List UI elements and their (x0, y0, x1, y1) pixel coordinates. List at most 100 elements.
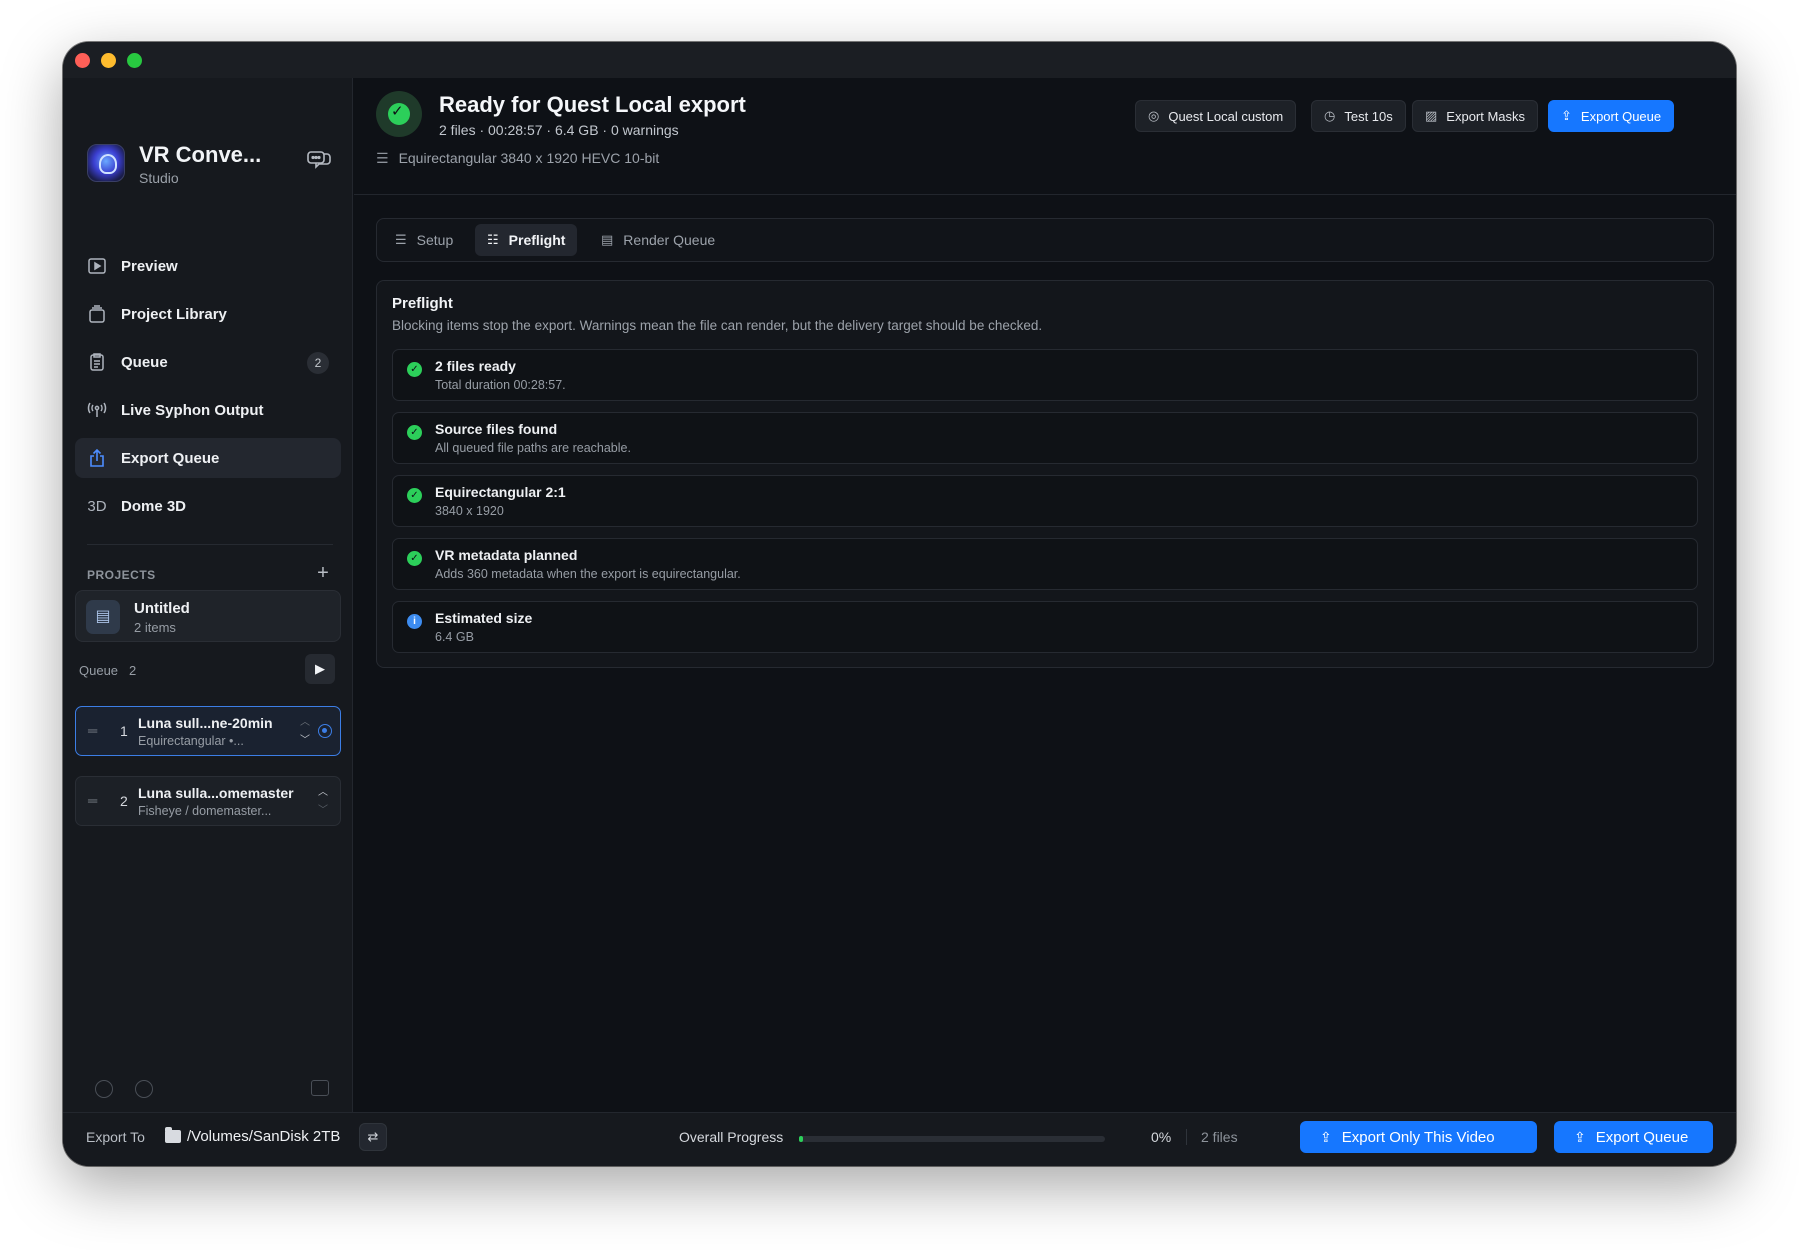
play-queue-button[interactable]: ▶ (305, 654, 335, 684)
tab-preflight[interactable]: ☷ Preflight (475, 224, 578, 256)
close-window-button[interactable] (75, 53, 90, 68)
project-folder-icon: ▤ (86, 600, 120, 634)
ready-check-icon: ✓ (376, 91, 422, 137)
add-project-button[interactable]: + (313, 562, 333, 585)
sidebar-footer (83, 1078, 333, 1102)
tab-label: Preflight (508, 232, 566, 248)
folder-icon (165, 1127, 181, 1143)
library-icon (87, 304, 107, 324)
app-logo (87, 144, 125, 182)
project-item-untitled[interactable]: ▤ Untitled 2 items (75, 590, 341, 642)
sidebar-item-label: Export Queue (121, 449, 220, 467)
check-title: Source files found (435, 421, 558, 437)
export-masks-label: Export Masks (1446, 108, 1526, 124)
check-title: Estimated size (435, 610, 533, 626)
clipboard-icon (87, 352, 107, 372)
sidebar-item-label: Live Syphon Output (121, 401, 264, 419)
queue-item[interactable]: ═ 2 Luna sulla...omemaster Fisheye / dom… (75, 776, 341, 826)
export-queue-button[interactable]: ⇪ Export Queue (1554, 1121, 1713, 1153)
export-masks-button[interactable]: ▨ Export Masks (1412, 100, 1539, 132)
project-item-count: 2 items (134, 620, 176, 635)
sidebar-item-export-queue[interactable]: Export Queue (75, 438, 341, 478)
export-to-label: Export To (86, 1129, 145, 1145)
preflight-checks: ✓ 2 files ready Total duration 00:28:57.… (392, 349, 1698, 664)
minimize-window-button[interactable] (101, 53, 116, 68)
check-detail: Total duration 00:28:57. (435, 378, 566, 392)
move-down-icon[interactable]: ﹀ (300, 731, 310, 746)
project-name: Untitled (134, 600, 190, 617)
share-icon: ⇪ (1574, 1128, 1586, 1145)
help-icon[interactable] (135, 1080, 153, 1098)
check-circle-icon: ✓ (407, 488, 422, 503)
progress-percent: 0% (1151, 1129, 1172, 1145)
share-icon (87, 448, 107, 468)
sidebar-item-label: Project Library (121, 305, 227, 323)
sidebar-item-project-library[interactable]: Project Library (75, 294, 341, 334)
output-spec: ☰ Equirectangular 3840 x 1920 HEVC 10-bit (376, 150, 659, 167)
tab-render-queue[interactable]: ▤ Render Queue (589, 224, 727, 256)
check-title: Equirectangular 2:1 (435, 484, 566, 500)
check-circle-icon: ✓ (407, 425, 422, 440)
queue-item-number: 2 (120, 793, 128, 809)
sidebar: VR Conve... Studio Preview Project Libra… (63, 78, 353, 1112)
output-spec-text: Equirectangular 3840 x 1920 HEVC 10-bit (398, 150, 660, 166)
export-summary: 2 files · 00:28:57 · 6.4 GB · 0 warnings (439, 122, 679, 138)
check-circle-icon: ✓ (407, 362, 422, 377)
move-down-icon[interactable]: ﹀ (318, 801, 328, 816)
check-title: VR metadata planned (435, 547, 578, 563)
share-icon: ⇪ (1561, 108, 1572, 123)
queue-item[interactable]: ═ 1 Luna sull...ne-20min Equirectangular… (75, 706, 341, 756)
export-queue-header-button[interactable]: ⇪ Export Queue (1548, 100, 1675, 132)
app-header: VR Conve... Studio (87, 142, 333, 188)
move-up-icon[interactable]: ︿ (300, 713, 310, 728)
info-circle-icon: i (407, 614, 422, 629)
sidebar-item-label: Queue (121, 353, 168, 371)
preflight-title: Preflight (392, 295, 453, 312)
preset-button[interactable]: ◎ Quest Local custom (1135, 100, 1297, 132)
test-export-button[interactable]: ◷ Test 10s (1311, 100, 1406, 132)
progress-fill (799, 1136, 803, 1142)
change-folder-button[interactable]: ⇄ (359, 1123, 387, 1151)
move-up-icon[interactable]: ︿ (318, 783, 328, 798)
drag-handle-icon[interactable]: ═ (88, 793, 97, 808)
preflight-check-item: ✓ 2 files ready Total duration 00:28:57. (392, 349, 1698, 401)
gear-icon[interactable] (95, 1080, 113, 1098)
target-icon[interactable] (318, 724, 332, 738)
zoom-window-button[interactable] (127, 53, 142, 68)
check-detail: 3840 x 1920 (435, 504, 504, 518)
app-subtitle: Studio (139, 170, 179, 186)
tab-label: Setup (416, 232, 454, 248)
queue-item-subtitle: Equirectangular •... (138, 734, 244, 748)
sidebar-item-preview[interactable]: Preview (75, 246, 341, 286)
chat-bubbles-icon[interactable] (307, 150, 333, 172)
sidebar-item-label: Dome 3D (121, 497, 187, 515)
preflight-description: Blocking items stop the export. Warnings… (392, 318, 1043, 333)
header-divider (354, 194, 1736, 195)
tab-setup[interactable]: ☰ Setup (383, 224, 465, 256)
bottom-bar: Export To /Volumes/SanDisk 2TB ⇄ Overall… (63, 1112, 1736, 1166)
export-queue-label: Export Queue (1580, 108, 1662, 124)
sidebar-item-label: Preview (121, 257, 178, 275)
play-square-icon (87, 256, 107, 276)
queue-item-title: Luna sull...ne-20min (138, 715, 273, 731)
sidebar-item-live-syphon-output[interactable]: Live Syphon Output (75, 390, 341, 430)
timer-icon: ◷ (1324, 108, 1336, 123)
export-queue-bottom-label: Export Queue (1595, 1128, 1689, 1146)
projects-section-label: PROJECTS (87, 568, 156, 582)
queue-count-badge: 2 (307, 352, 329, 374)
preflight-check-item: ✓ Source files found All queued file pat… (392, 412, 1698, 464)
queue-item-subtitle: Fisheye / domemaster... (138, 804, 272, 818)
sliders-icon: ☰ (376, 150, 389, 166)
page-title: Ready for Quest Local export (439, 92, 746, 117)
queue-section-label: Queue (79, 663, 119, 678)
export-only-label: Export Only This Video (1341, 1128, 1495, 1146)
file-count: 2 files (1186, 1129, 1238, 1145)
export-only-this-video-button[interactable]: ⇪ Export Only This Video (1300, 1121, 1537, 1153)
checklist-icon: ☷ (487, 232, 499, 247)
drag-handle-icon[interactable]: ═ (88, 723, 97, 738)
check-detail: Adds 360 metadata when the export is equ… (435, 567, 741, 581)
check-detail: All queued file paths are reachable. (435, 441, 631, 455)
toggle-sidebar-icon[interactable] (311, 1080, 329, 1096)
sidebar-item-dome-3d[interactable]: 3D Dome 3D (75, 486, 341, 526)
sidebar-item-queue[interactable]: Queue 2 (75, 342, 341, 382)
